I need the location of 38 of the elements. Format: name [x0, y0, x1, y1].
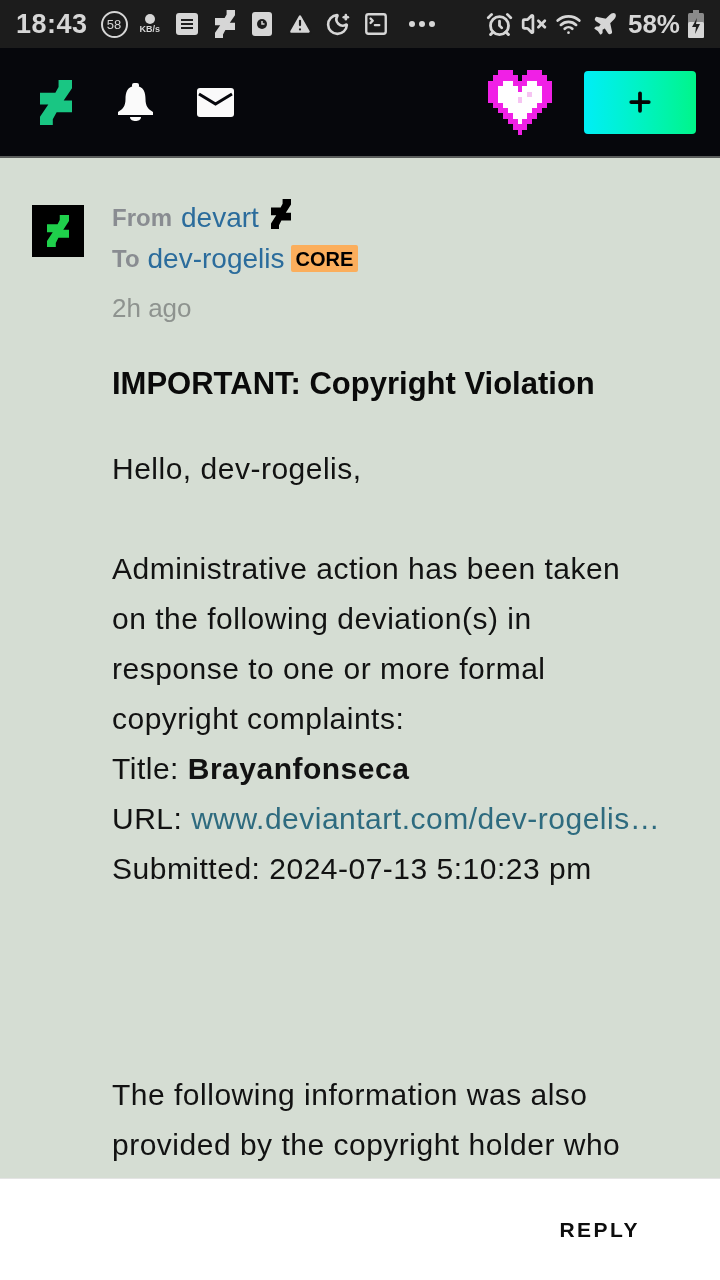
- deviantart-logo-icon: [270, 198, 291, 229]
- message-time: 2h ago: [112, 292, 192, 325]
- title-line: Title: Brayanfonseca: [112, 751, 410, 787]
- notes-icon: [176, 13, 199, 35]
- notifications-bell-icon[interactable]: [117, 83, 154, 121]
- status-time: 18:43: [16, 10, 88, 38]
- deviantart-logo-icon: [47, 215, 69, 247]
- create-button[interactable]: [584, 70, 696, 134]
- recipient-link[interactable]: dev-rogelis: [147, 237, 285, 280]
- battery-charging-icon: [688, 10, 704, 38]
- message-subject: IMPORTANT: Copyright Violation: [112, 365, 595, 403]
- intro-paragraph: Administrative action has been taken on the following deviation(s) in response to one or more formal copyright complaints:: [112, 551, 622, 737]
- to-label: To: [112, 243, 140, 274]
- mute-icon: [520, 11, 547, 37]
- submitted-line: Submitted: 2024-07-13 5:10:23 pm: [112, 851, 592, 887]
- from-label: From: [112, 202, 172, 233]
- reply-button[interactable]: REPLY: [559, 1209, 640, 1250]
- battery-percent: 58%: [627, 11, 680, 37]
- core-badge: CORE: [290, 245, 359, 272]
- alarm-icon: [485, 10, 513, 38]
- sender-avatar[interactable]: [32, 205, 84, 257]
- closing-paragraph: The following information was also provided by the copyright holder who: [112, 1077, 622, 1163]
- deviation-link[interactable]: www.deviantart.com/dev-rogelis…: [191, 794, 661, 844]
- deviantart-logo-icon: [40, 79, 72, 125]
- moon-stars-icon: [325, 11, 351, 37]
- greeting-text: Hello, dev-rogelis,: [112, 451, 362, 487]
- speed-dot-icon: [144, 14, 155, 24]
- mail-icon[interactable]: [197, 87, 234, 117]
- deviantart-logo-icon: [215, 10, 236, 38]
- airplane-icon: [591, 11, 618, 37]
- more-icon: [409, 21, 436, 27]
- url-label: URL:: [112, 801, 184, 837]
- data-usage-badge: 58: [100, 10, 128, 38]
- terminal-icon: [363, 11, 390, 37]
- sender-link[interactable]: devart: [181, 196, 259, 239]
- clock-icon: [252, 12, 273, 36]
- pixel-heart-icon[interactable]: [488, 69, 552, 135]
- speed-unit: KB/s: [139, 25, 161, 34]
